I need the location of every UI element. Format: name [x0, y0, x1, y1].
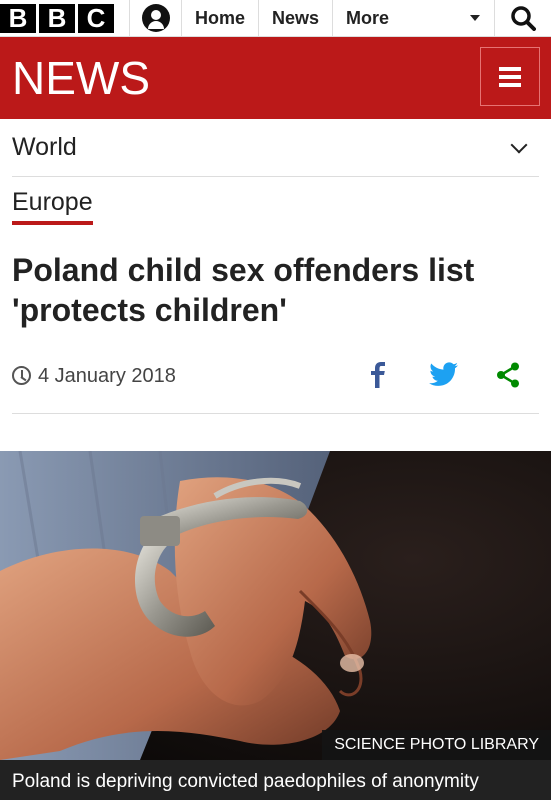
- search-icon: [511, 6, 536, 31]
- hamburger-icon-line: [499, 82, 521, 87]
- bbc-logo-letter-1: B: [0, 3, 36, 33]
- hamburger-icon-line: [499, 74, 521, 79]
- nav-more-dropdown[interactable]: More: [333, 0, 495, 36]
- image-credit: SCIENCE PHOTO LIBRARY: [322, 730, 551, 760]
- account-button[interactable]: [130, 0, 182, 36]
- subsection-europe-link[interactable]: Europe: [12, 188, 93, 225]
- handcuffed-hands-image: [0, 451, 551, 760]
- article-image: SCIENCE PHOTO LIBRARY: [0, 451, 551, 760]
- hamburger-icon: [499, 66, 521, 71]
- article-meta: 4 January 2018: [12, 360, 539, 414]
- search-button[interactable]: [495, 0, 551, 36]
- bbc-logo-letter-2: B: [39, 3, 75, 33]
- menu-button[interactable]: [480, 47, 540, 106]
- bbc-top-bar: B B C Home News More: [0, 0, 551, 37]
- nav-more-label: More: [346, 7, 390, 28]
- article-headline: Poland child sex offenders list 'protect…: [12, 252, 475, 328]
- share-icon[interactable]: [496, 362, 520, 388]
- article-date: 4 January 2018: [38, 365, 176, 387]
- bbc-logo-letter-3: C: [78, 3, 114, 33]
- user-icon: [141, 4, 170, 32]
- bbc-logo[interactable]: B B C: [0, 0, 130, 36]
- news-header: NEWS: [0, 37, 551, 119]
- image-caption: Poland is depriving convicted paedophile…: [0, 760, 551, 800]
- nav-news-link[interactable]: News: [259, 0, 334, 36]
- section-world-dropdown[interactable]: World: [12, 119, 539, 177]
- news-logo[interactable]: NEWS: [12, 53, 150, 103]
- section-label: World: [12, 133, 77, 161]
- nav-home-link[interactable]: Home: [182, 0, 260, 36]
- facebook-icon[interactable]: [369, 362, 387, 388]
- caret-down-icon: [470, 15, 480, 21]
- clock-icon: [12, 366, 31, 385]
- chevron-down-icon: [510, 136, 528, 153]
- twitter-icon[interactable]: [429, 362, 459, 388]
